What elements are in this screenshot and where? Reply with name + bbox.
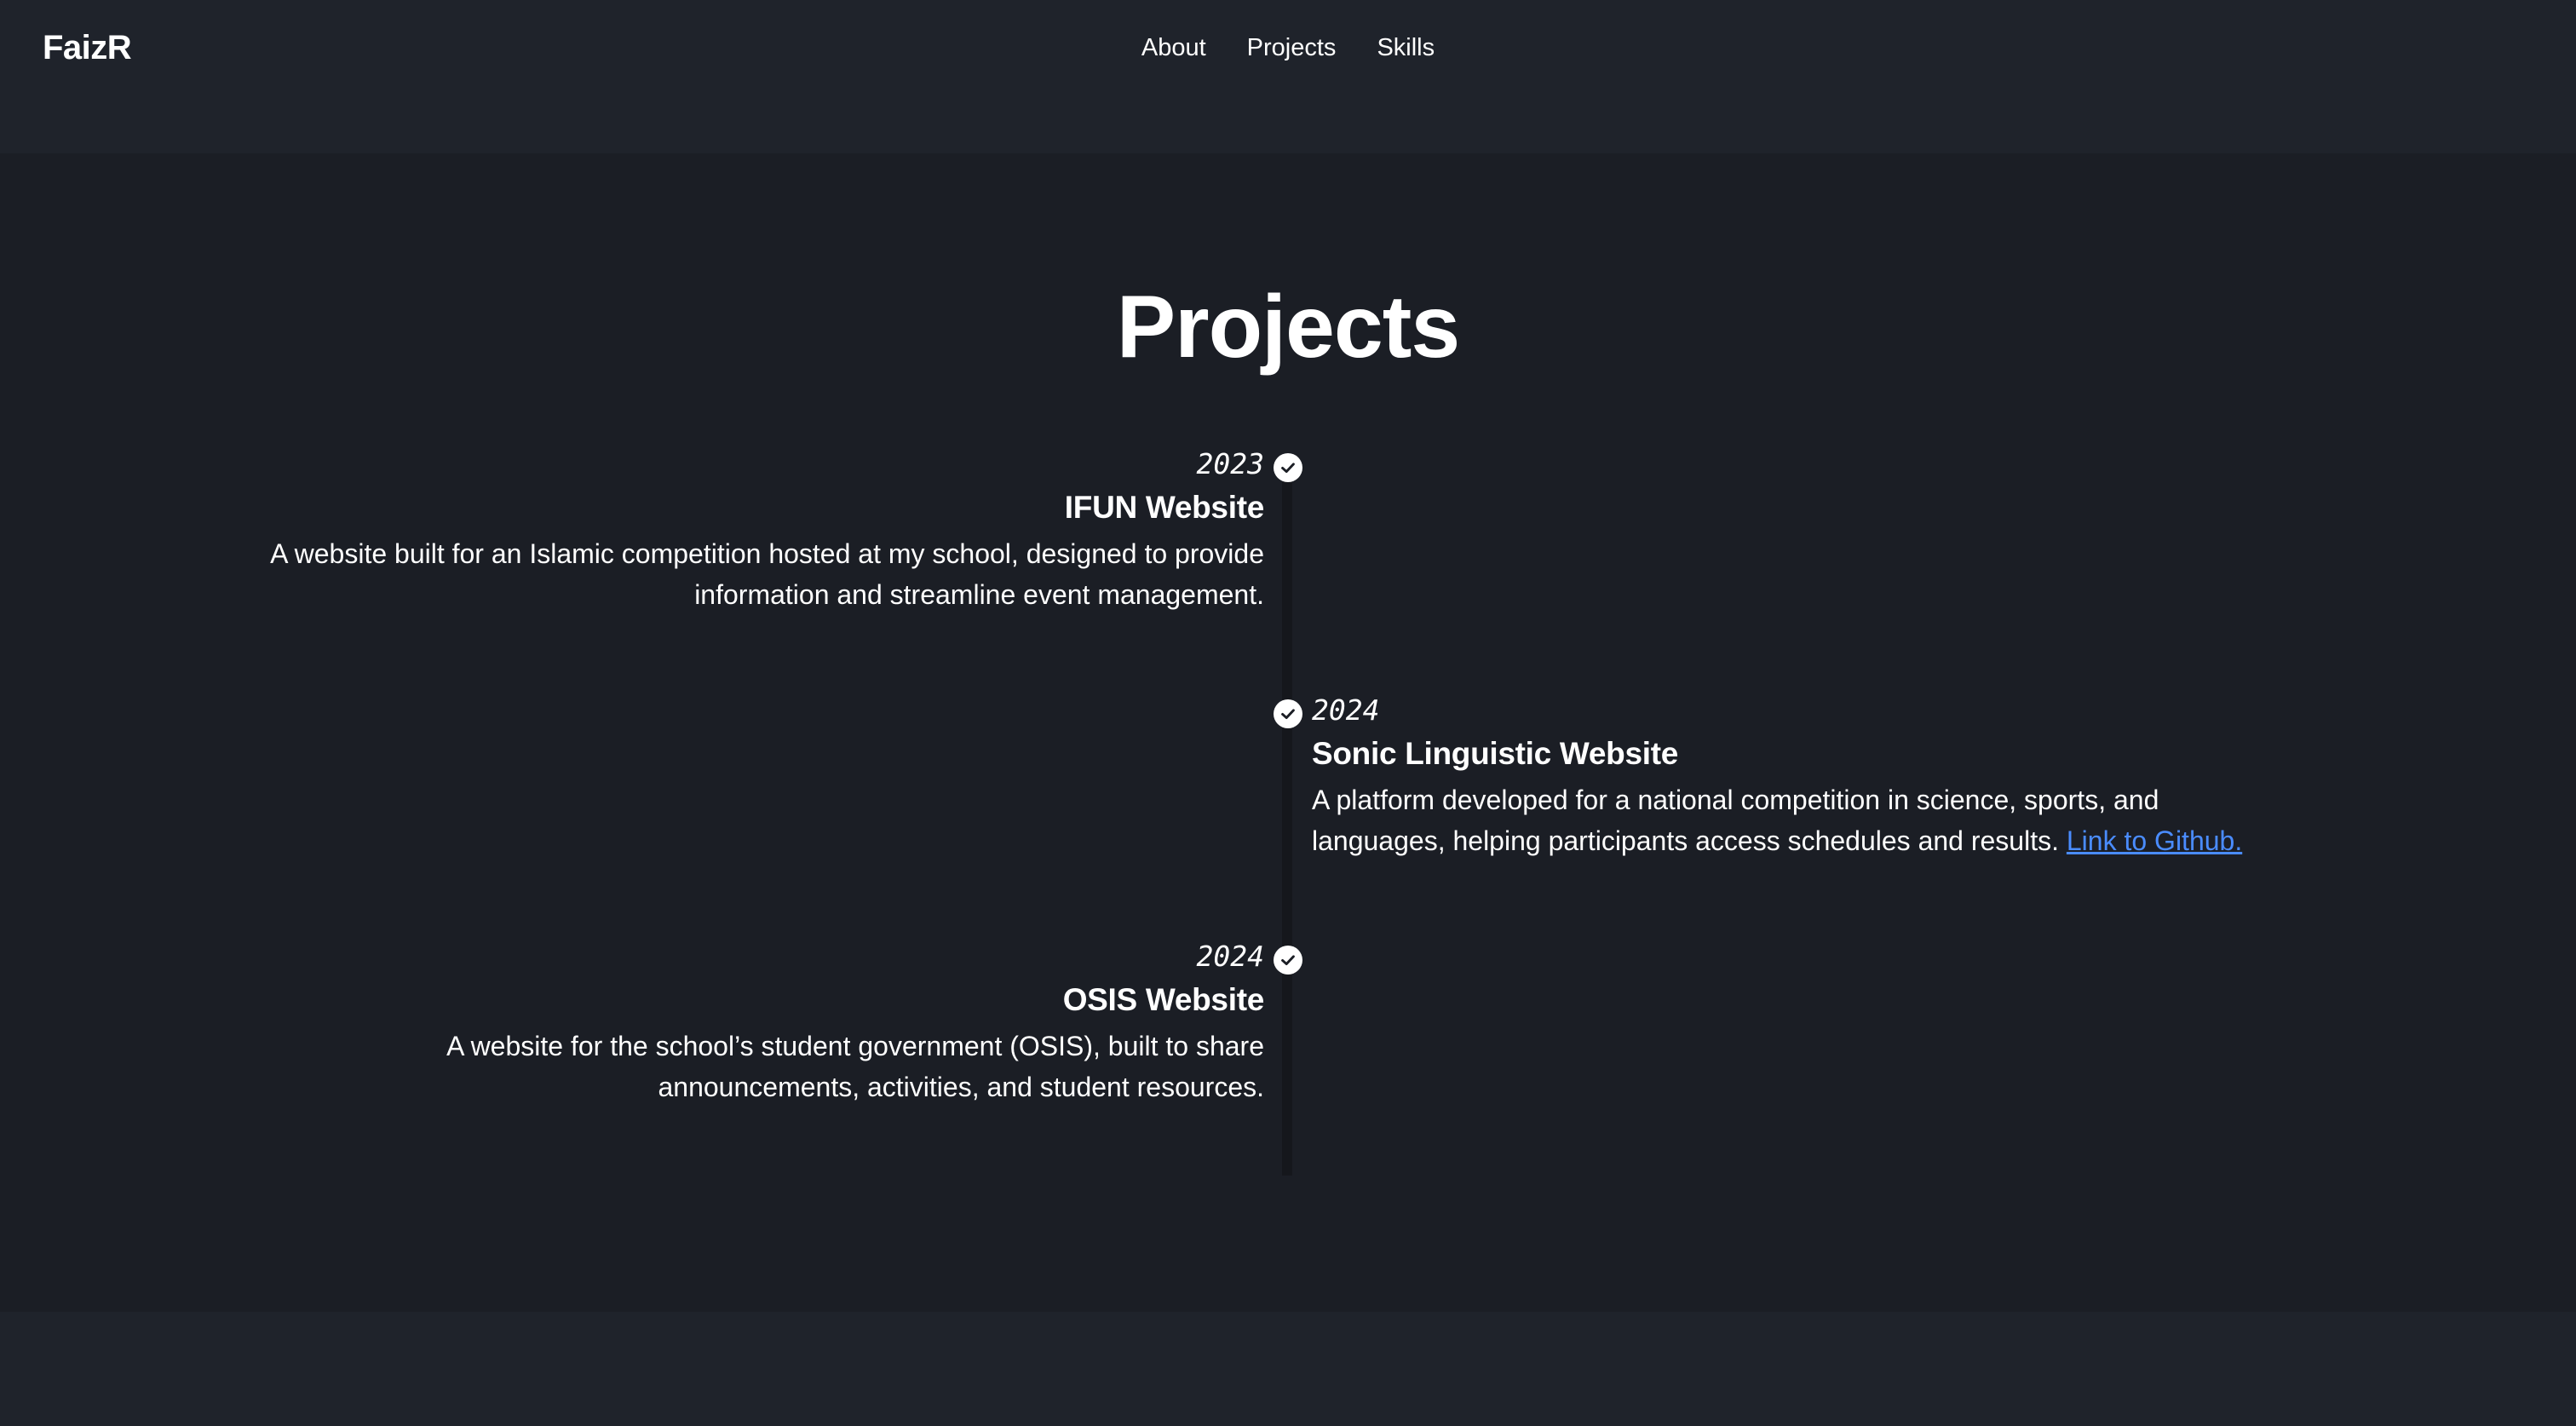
nav-links: About Projects Skills (0, 34, 2576, 62)
timeline-title: Sonic Linguistic Website (1312, 736, 1679, 771)
description-text: A website for the school’s student gover… (446, 1031, 1264, 1102)
timeline-description: A platform developed for a national comp… (1312, 779, 2291, 861)
timeline-item-sonic-linguistic: 2024 Sonic Linguistic Website A platform… (1312, 691, 2291, 861)
footer (0, 1312, 2576, 1426)
timeline-year: 2023 (1196, 447, 1264, 480)
nav-link-about[interactable]: About (1141, 34, 1206, 62)
github-link[interactable]: Link to Github. (2067, 825, 2242, 856)
check-circle-icon (1274, 699, 1302, 728)
check-circle-icon (1274, 946, 1302, 975)
timeline-description: A website for the school’s student gover… (327, 1026, 1264, 1107)
navbar: FaizR About Projects Skills (0, 0, 2576, 153)
timeline-title: IFUN Website (1064, 490, 1265, 525)
projects-section: Projects 2023 IFUN Website A website bui… (0, 153, 2576, 1312)
timeline-line (1282, 469, 1292, 1176)
timeline-year: 2024 (1196, 940, 1264, 973)
timeline-title: OSIS Website (1062, 982, 1265, 1017)
nav-link-projects[interactable]: Projects (1247, 34, 1337, 62)
section-title: Projects (1116, 278, 1460, 377)
timeline-description: A website built for an Islamic competiti… (216, 533, 1264, 615)
timeline-year: 2024 (1312, 693, 1380, 727)
description-text: A platform developed for a national comp… (1312, 785, 2159, 856)
check-circle-icon (1274, 453, 1302, 482)
nav-link-skills[interactable]: Skills (1377, 34, 1435, 62)
description-text: A website built for an Islamic competiti… (270, 538, 1264, 610)
timeline-item-osis: 2024 OSIS Website A website for the scho… (327, 937, 1264, 1107)
timeline-item-ifun: 2023 IFUN Website A website built for an… (216, 445, 1264, 615)
